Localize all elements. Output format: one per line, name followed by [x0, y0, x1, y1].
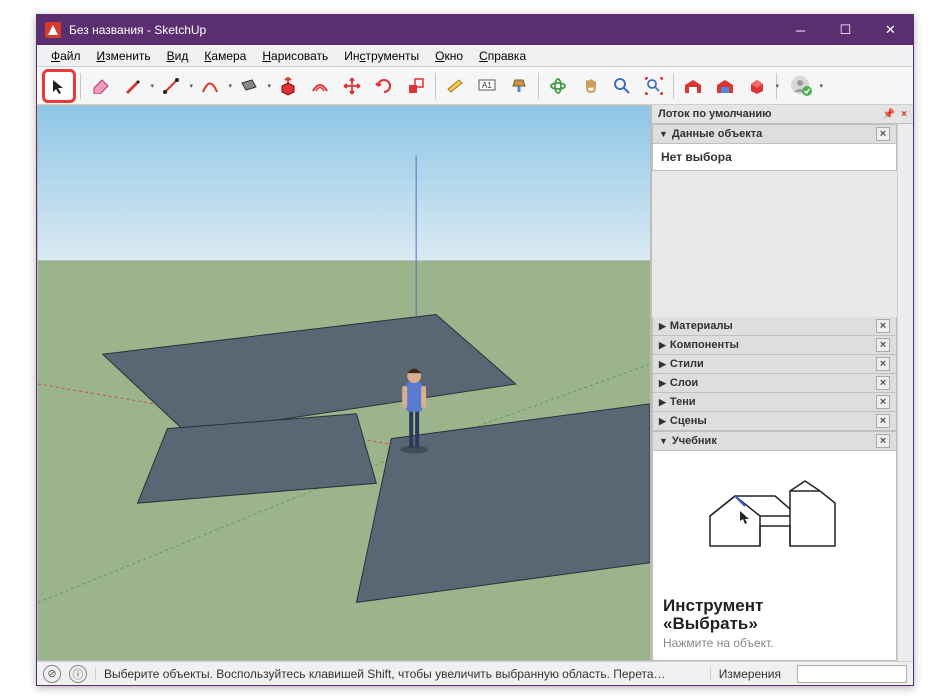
text-tool-button[interactable]: A1: [472, 71, 502, 101]
tray-close-icon[interactable]: ×: [901, 109, 907, 120]
toolbar: ▾ ▾ ▾ ▾: [37, 67, 913, 105]
scale-tool-button[interactable]: [401, 71, 431, 101]
minimize-button[interactable]: ─: [778, 15, 823, 45]
panel-close-icon[interactable]: ×: [876, 414, 890, 428]
panel-close-icon[interactable]: ×: [876, 357, 890, 371]
warehouse-blue-button[interactable]: [710, 71, 740, 101]
user-account-button[interactable]: ▾: [786, 71, 816, 101]
move-tool-button[interactable]: [337, 71, 367, 101]
toolbar-separator: [673, 73, 674, 99]
entity-info-body: Нет выбора: [652, 144, 897, 171]
panel-scenes[interactable]: ▶Сцены ×: [652, 412, 897, 431]
svg-text:A1: A1: [482, 81, 492, 90]
instructor-hint: Нажмите на объект.: [663, 636, 886, 650]
panel-instructor[interactable]: ▼Учебник ×: [652, 431, 897, 451]
panel-entity-info[interactable]: ▼Данные объекта ×: [652, 124, 897, 144]
panel-materials[interactable]: ▶Материалы ×: [652, 317, 897, 336]
eraser-tool-button[interactable]: [85, 71, 115, 101]
status-hint: Выберите объекты. Воспользуйтесь клавише…: [95, 667, 702, 681]
tray-title: Лоток по умолчанию: [658, 108, 772, 120]
arc-tool-button[interactable]: ▾: [195, 71, 225, 101]
measurements-label: Измерения: [710, 667, 789, 681]
line-tool-button[interactable]: ▾: [156, 71, 186, 101]
statusbar: ⊘ ⓘ Выберите объекты. Воспользуйтесь кла…: [37, 661, 913, 685]
tray-scrollbar[interactable]: [897, 124, 913, 661]
rectangle-tool-button[interactable]: ▾: [234, 71, 264, 101]
measurements-input[interactable]: [797, 665, 907, 683]
pushpull-tool-button[interactable]: [273, 71, 303, 101]
menu-camera[interactable]: Камера: [196, 47, 254, 65]
default-tray: Лоток по умолчанию 📌 × ▼Данные объекта ×…: [651, 105, 913, 661]
panel-layers[interactable]: ▶Слои ×: [652, 374, 897, 393]
menu-help[interactable]: Справка: [471, 47, 534, 65]
menu-file[interactable]: Файл: [43, 47, 89, 65]
menu-edit[interactable]: Изменить: [89, 47, 159, 65]
panel-close-icon[interactable]: ×: [876, 376, 890, 390]
main-area: Лоток по умолчанию 📌 × ▼Данные объекта ×…: [37, 105, 913, 661]
select-tool-button[interactable]: [42, 69, 76, 103]
app-window: Без названия - SketchUp ─ ☐ ✕ Файл Измен…: [36, 14, 914, 686]
menu-tools[interactable]: Инструменты: [336, 47, 427, 65]
menu-window[interactable]: Окно: [427, 47, 471, 65]
extensions-button[interactable]: ▾: [742, 71, 772, 101]
panel-close-icon[interactable]: ×: [876, 319, 890, 333]
pan-tool-button[interactable]: [575, 71, 605, 101]
menu-draw[interactable]: Нарисовать: [254, 47, 336, 65]
toolbar-separator: [435, 73, 436, 99]
panel-close-icon[interactable]: ×: [876, 395, 890, 409]
paint-tool-button[interactable]: [504, 71, 534, 101]
titlebar: Без названия - SketchUp ─ ☐ ✕: [37, 15, 913, 45]
instructor-illustration: [690, 471, 860, 581]
menubar: Файл Изменить Вид Камера Нарисовать Инст…: [37, 45, 913, 67]
app-icon: [45, 22, 61, 38]
panel-close-icon[interactable]: ×: [876, 127, 890, 141]
panel-shadows[interactable]: ▶Тени ×: [652, 393, 897, 412]
close-button[interactable]: ✕: [868, 15, 913, 45]
toolbar-separator: [538, 73, 539, 99]
rotate-tool-button[interactable]: [369, 71, 399, 101]
panel-close-icon[interactable]: ×: [876, 338, 890, 352]
menu-view[interactable]: Вид: [159, 47, 197, 65]
window-title: Без названия - SketchUp: [69, 23, 778, 37]
credits-icon[interactable]: ⓘ: [69, 665, 87, 683]
geolocation-icon[interactable]: ⊘: [43, 665, 61, 683]
tray-header[interactable]: Лоток по умолчанию 📌 ×: [652, 105, 913, 124]
viewport-3d[interactable]: [37, 105, 651, 661]
warehouse-red-button[interactable]: [678, 71, 708, 101]
instructor-body: Инструмент «Выбрать» Нажмите на объект.: [652, 451, 897, 661]
zoom-tool-button[interactable]: [607, 71, 637, 101]
pin-icon[interactable]: 📌: [883, 109, 895, 120]
maximize-button[interactable]: ☐: [823, 15, 868, 45]
panel-styles[interactable]: ▶Стили ×: [652, 355, 897, 374]
panel-close-icon[interactable]: ×: [876, 434, 890, 448]
pencil-tool-button[interactable]: ▾: [117, 71, 147, 101]
tape-tool-button[interactable]: [440, 71, 470, 101]
offset-tool-button[interactable]: [305, 71, 335, 101]
toolbar-separator: [80, 73, 81, 99]
orbit-tool-button[interactable]: [543, 71, 573, 101]
instructor-tool-name: Инструмент «Выбрать»: [663, 597, 886, 634]
zoom-extents-tool-button[interactable]: [639, 71, 669, 101]
panel-components[interactable]: ▶Компоненты ×: [652, 336, 897, 355]
